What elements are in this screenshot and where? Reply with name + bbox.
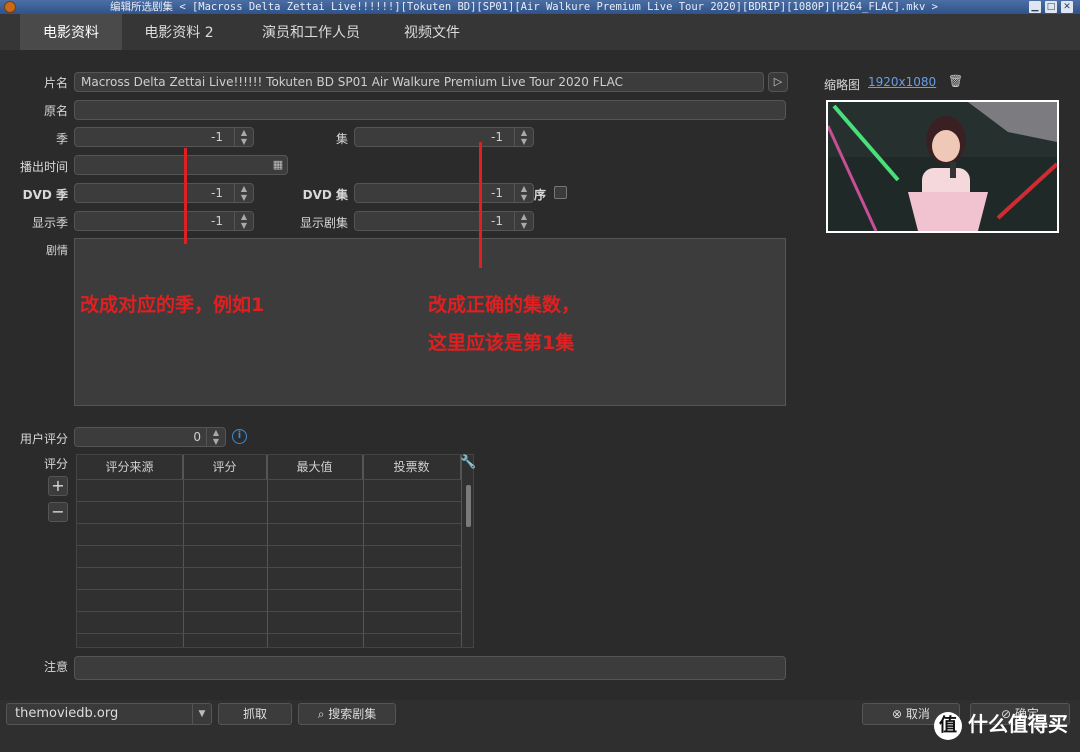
original-title-field[interactable] [74, 100, 786, 120]
row-divider [77, 523, 461, 524]
aired-label: 播出时间 [19, 160, 68, 174]
episode-value: -1 [491, 130, 503, 144]
trash-icon[interactable]: 🗑 [948, 74, 963, 90]
column-divider [363, 455, 364, 647]
tab-bar: 电影资料 电影资料 2 演员和工作人员 视频文件 [0, 14, 1080, 50]
plot-textarea[interactable] [74, 238, 786, 406]
annotation-season-note: 改成对应的季，例如1 [80, 294, 265, 316]
season-stepper[interactable]: -1 ▲ ▼ [74, 127, 254, 147]
fetch-button[interactable]: 抓取 [218, 703, 292, 725]
watermark: 值什么值得买 [934, 708, 1068, 740]
column-divider [267, 455, 268, 647]
display-episode-stepper[interactable]: -1 ▲ ▼ [354, 211, 534, 231]
user-rating-stepper[interactable]: 0 ▲ ▼ [74, 427, 226, 447]
dvd-episode-stepper[interactable]: -1 ▲ ▼ [354, 183, 534, 203]
user-rating-value: 0 [193, 430, 201, 444]
annotation-line-season [184, 148, 187, 244]
title-label: 片名 [43, 76, 68, 90]
row-divider [77, 545, 461, 546]
display-episode-value: -1 [491, 214, 503, 228]
thumbnail-resolution-link[interactable]: 1920x1080 [868, 75, 936, 89]
cancel-icon: ⊗ [892, 707, 906, 721]
season-value: -1 [211, 130, 223, 144]
original-title-label: 原名 [43, 104, 68, 118]
display-season-stepper[interactable]: -1 ▲ ▼ [74, 211, 254, 231]
title-field[interactable]: Macross Delta Zettai Live!!!!!! Tokuten … [74, 72, 764, 92]
tab-video-files[interactable]: 视频文件 [392, 14, 472, 50]
ratings-table: 评分来源 评分 最大值 投票数 [76, 454, 474, 648]
close-button[interactable]: ✕ [1061, 1, 1073, 13]
stepper-arrows-icon[interactable]: ▲ ▼ [514, 128, 533, 146]
dvd-season-label: DVD 季 [22, 188, 68, 202]
app-icon [4, 1, 16, 13]
dvd-season-value: -1 [211, 186, 223, 200]
watermark-text: 什么值得买 [968, 712, 1068, 736]
search-icon: ⌕ [317, 707, 329, 721]
note-label: 注意 [43, 660, 68, 674]
row-divider [77, 567, 461, 568]
row-divider [77, 611, 461, 612]
episode-stepper[interactable]: -1 ▲ ▼ [354, 127, 534, 147]
thumbnail-image [826, 100, 1059, 233]
wrench-icon[interactable]: 🔧 [460, 455, 476, 471]
add-rating-button[interactable]: + [48, 476, 68, 496]
column-header-votes[interactable]: 投票数 [363, 455, 461, 479]
dvd-episode-value: -1 [491, 186, 503, 200]
stepper-arrows-icon[interactable]: ▲ ▼ [206, 428, 225, 446]
stepper-arrows-icon[interactable]: ▲ ▼ [514, 184, 533, 202]
play-icon[interactable]: ▷ [768, 72, 788, 92]
watermark-logo-icon: 值 [934, 711, 962, 740]
tab-cast-crew[interactable]: 演员和工作人员 [246, 14, 376, 50]
stepper-arrows-icon[interactable]: ▲ ▼ [514, 212, 533, 230]
user-rating-label: 用户评分 [19, 432, 68, 446]
row-divider [77, 479, 461, 480]
episode-label: 集 [335, 132, 348, 146]
info-icon[interactable]: i [232, 429, 247, 444]
search-episode-label: 搜索剧集 [328, 707, 377, 721]
row-divider [77, 589, 461, 590]
tab-movie-info[interactable]: 电影资料 [20, 14, 122, 50]
remove-rating-button[interactable]: − [48, 502, 68, 522]
minimize-button[interactable]: ▁ [1029, 1, 1041, 13]
stepper-arrows-icon[interactable]: ▲ ▼ [234, 212, 253, 230]
dvd-order-checkbox[interactable] [554, 186, 567, 199]
ratings-label: 评分 [43, 457, 68, 471]
column-header-rating[interactable]: 评分 [183, 455, 267, 479]
plot-label: 剧情 [46, 244, 68, 257]
thumbnail-picture [828, 102, 1057, 231]
note-field[interactable] [74, 656, 786, 680]
maximize-button[interactable]: □ [1045, 1, 1057, 13]
cancel-label: 取消 [905, 707, 930, 721]
chevron-down-icon[interactable]: ▼ [192, 704, 211, 724]
table-scrollbar[interactable] [466, 485, 471, 527]
row-divider [77, 633, 461, 634]
display-season-label: 显示季 [31, 216, 68, 230]
window-title: 编辑所选剧集 < [Macross Delta Zettai Live!!!!!… [110, 1, 938, 13]
display-season-value: -1 [211, 214, 223, 228]
row-divider [77, 501, 461, 502]
display-episode-label: 显示剧集 [299, 216, 348, 230]
column-header-max[interactable]: 最大值 [267, 455, 363, 479]
calendar-icon[interactable]: ▦ [268, 155, 288, 175]
dvd-season-stepper[interactable]: -1 ▲ ▼ [74, 183, 254, 203]
aired-date-field[interactable] [74, 155, 288, 175]
scraper-select[interactable]: themoviedb.org ▼ [6, 703, 212, 725]
dvd-order-label: 序 [534, 188, 547, 202]
column-divider [461, 455, 462, 647]
season-label: 季 [55, 132, 68, 146]
annotation-line-episode [479, 142, 482, 268]
annotation-episode-note-2: 这里应该是第1集 [428, 332, 575, 354]
window-titlebar: 编辑所选剧集 < [Macross Delta Zettai Live!!!!!… [0, 0, 1080, 14]
tab-movie-info-2[interactable]: 电影资料 2 [128, 14, 230, 50]
annotation-episode-note-1: 改成正确的集数， [428, 294, 581, 316]
column-divider [183, 455, 184, 647]
dvd-episode-label: DVD 集 [302, 188, 348, 202]
stepper-arrows-icon[interactable]: ▲ ▼ [234, 128, 253, 146]
scraper-value: themoviedb.org [15, 706, 119, 721]
column-header-source[interactable]: 评分来源 [77, 455, 183, 479]
search-episode-button[interactable]: ⌕ 搜索剧集 [298, 703, 396, 725]
thumbnail-label: 缩略图 [824, 78, 861, 92]
stepper-arrows-icon[interactable]: ▲ ▼ [234, 184, 253, 202]
